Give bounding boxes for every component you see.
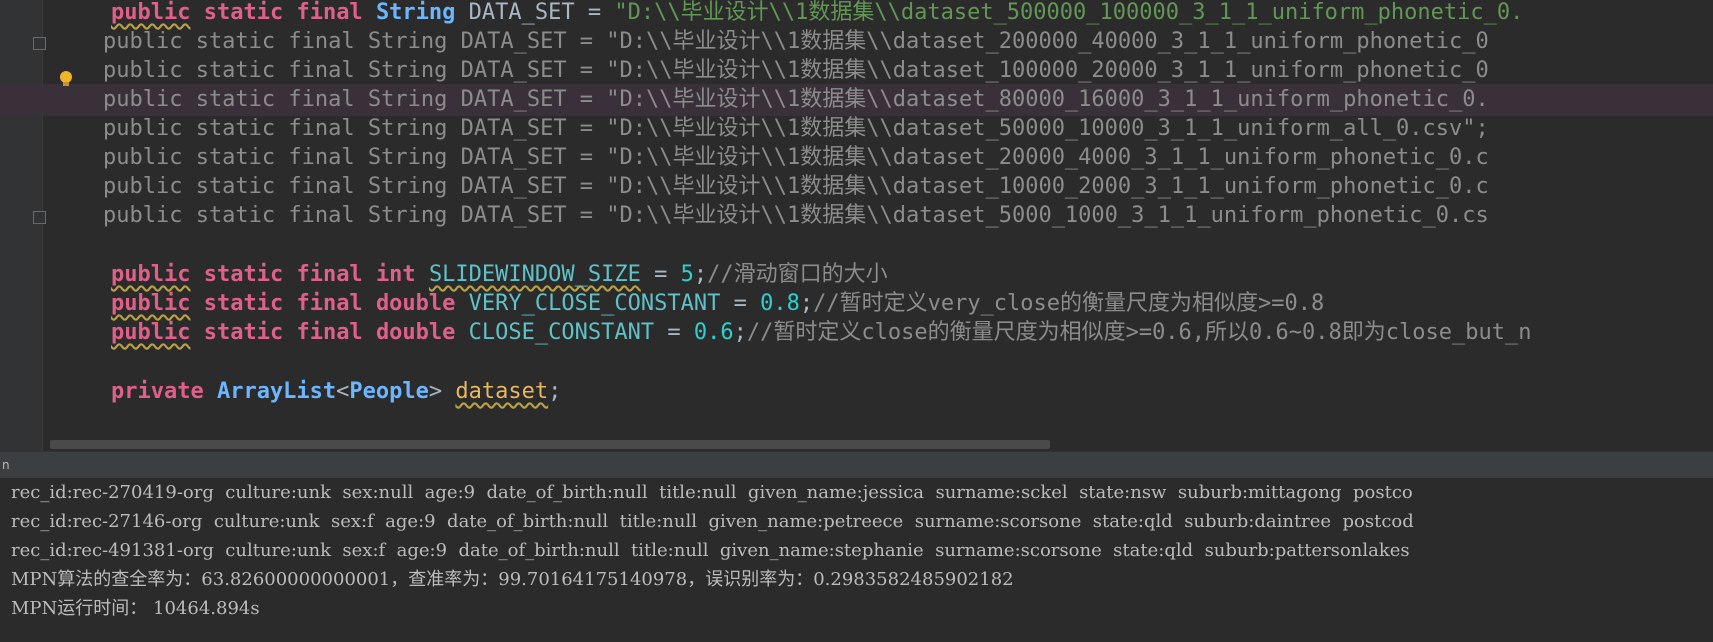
code-line[interactable]: public static final double CLOSE_CONSTAN… <box>0 317 1713 349</box>
console-line: rec_id:rec-27146-org culture:unk sex:f a… <box>11 511 1414 532</box>
comment-text: public static final String DATA_SET = "D… <box>50 174 1489 199</box>
comment-text: //暂时定义close的衡量尺度为相似度>=0.6,所以0.6~0.8即为clo… <box>746 320 1532 345</box>
comment-text: public static final String DATA_SET = "D… <box>50 29 1489 54</box>
keyword-public: public <box>110 0 191 25</box>
console-header[interactable]: n <box>0 451 1713 479</box>
type-string: String <box>375 0 456 25</box>
number-literal: 0.8 <box>760 291 800 316</box>
code-line[interactable]: private ArrayList<People> dataset; <box>0 376 1713 408</box>
code-line[interactable]: public static final String DATA_SET = "D… <box>0 0 1713 29</box>
type-double: double <box>375 320 456 345</box>
keyword-final: final <box>296 0 363 25</box>
code-line-commented[interactable]: public static final String DATA_SET = "D… <box>0 142 1713 174</box>
console-line: rec_id:rec-491381-org culture:unk sex:f … <box>11 540 1410 561</box>
code-line[interactable]: public static final double VERY_CLOSE_CO… <box>0 288 1713 320</box>
type-arraylist: ArrayList <box>216 379 337 404</box>
comment-text: //滑动窗口的大小 <box>707 262 888 287</box>
console-line: MPN算法的查全率为：63.82600000000001，查准率为：99.701… <box>11 569 1014 590</box>
keyword-public: public <box>110 320 191 345</box>
code-line-commented[interactable]: public static final String DATA_SET = "D… <box>0 200 1713 232</box>
keyword-public: public <box>110 262 191 287</box>
type-int: int <box>375 262 416 287</box>
console-line: MPN运行时间： 10464.894s <box>11 598 260 619</box>
type-double: double <box>375 291 456 316</box>
code-line-commented[interactable]: public static final String DATA_SET = "D… <box>0 55 1713 87</box>
comment-text: //暂时定义very_close的衡量尺度为相似度>=0.8 <box>813 291 1325 316</box>
keyword-final: final <box>296 320 363 345</box>
console-output[interactable]: rec_id:rec-270419-org culture:unk sex:nu… <box>0 478 1713 642</box>
fold-icon[interactable] <box>33 211 46 224</box>
comment-text: public static final String DATA_SET = "D… <box>50 145 1489 170</box>
comment-text: public static final String DATA_SET = "D… <box>50 87 1489 112</box>
field-name: dataset <box>455 379 549 404</box>
field-name: SLIDEWINDOW_SIZE <box>428 262 641 287</box>
keyword-static: static <box>203 0 284 25</box>
keyword-final: final <box>296 291 363 316</box>
horizontal-scrollbar[interactable] <box>50 440 1050 449</box>
keyword-public: public <box>110 291 191 316</box>
number-literal: 5 <box>680 262 694 287</box>
string-literal: "D:\\毕业设计\\1数据集\\dataset_500000_100000_3… <box>614 0 1524 25</box>
lightbulb-icon[interactable] <box>58 70 74 88</box>
code-editor[interactable]: public static final String DATA_SET = "D… <box>0 0 1713 451</box>
field-name: DATA_SET <box>468 0 575 25</box>
console-tab-label: n <box>2 458 10 472</box>
fold-icon[interactable] <box>33 37 46 50</box>
field-name: VERY_CLOSE_CONSTANT <box>468 291 721 316</box>
keyword-static: static <box>203 320 284 345</box>
keyword-static: static <box>203 291 284 316</box>
code-line-commented[interactable]: public static final String DATA_SET = "D… <box>0 113 1713 145</box>
type-people: People <box>349 379 429 404</box>
code-line-current[interactable]: public static final String DATA_SET = "D… <box>0 84 1713 116</box>
comment-text: public static final String DATA_SET = "D… <box>50 116 1489 141</box>
field-name: CLOSE_CONSTANT <box>468 320 655 345</box>
console-line: rec_id:rec-270419-org culture:unk sex:nu… <box>11 482 1413 503</box>
code-line-commented[interactable]: public static final String DATA_SET = "D… <box>0 26 1713 58</box>
comment-text: public static final String DATA_SET = "D… <box>50 203 1489 228</box>
keyword-static: static <box>203 262 284 287</box>
code-line-commented[interactable]: public static final String DATA_SET = "D… <box>0 171 1713 203</box>
code-line[interactable]: public static final int SLIDEWINDOW_SIZE… <box>0 259 1713 291</box>
number-literal: 0.6 <box>693 320 734 345</box>
keyword-final: final <box>296 262 363 287</box>
comment-text: public static final String DATA_SET = "D… <box>50 58 1489 83</box>
keyword-private: private <box>110 379 204 404</box>
